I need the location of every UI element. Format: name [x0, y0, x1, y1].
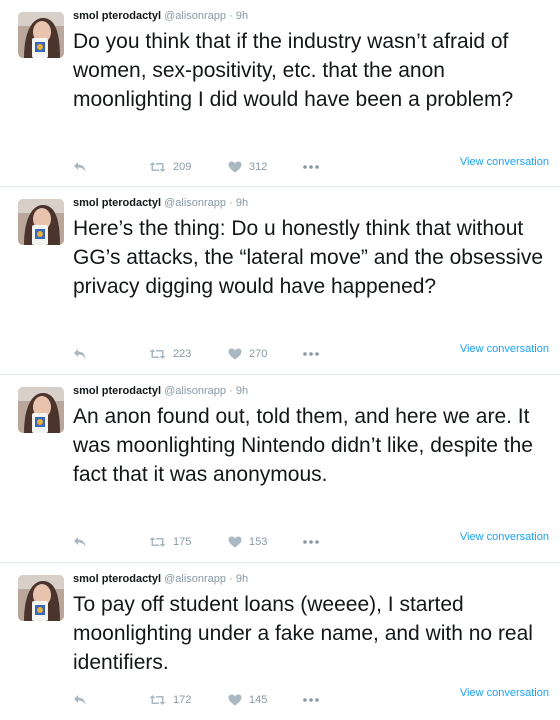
- reply-button[interactable]: [73, 533, 87, 551]
- reply-icon: [74, 695, 86, 705]
- like-count: 153: [249, 536, 268, 548]
- display-name[interactable]: smol pterodactyl: [73, 197, 161, 209]
- user-handle[interactable]: @alisonrapp: [164, 197, 226, 209]
- reply-button[interactable]: [73, 345, 87, 363]
- tweet-header: smol pterodactyl @alisonrapp · 9h: [73, 10, 248, 22]
- more-icon: [303, 165, 319, 169]
- retweet-icon: [149, 162, 166, 172]
- timestamp[interactable]: 9h: [236, 385, 248, 397]
- heart-icon: [228, 536, 242, 548]
- tweet-header: smol pterodactyl @alisonrapp · 9h: [73, 573, 248, 585]
- retweet-icon: [149, 537, 166, 547]
- timestamp[interactable]: 9h: [236, 197, 248, 209]
- retweet-button[interactable]: 175: [149, 533, 191, 551]
- avatar[interactable]: [18, 12, 64, 58]
- tweet[interactable]: smol pterodactyl @alisonrapp · 9h Do you…: [0, 0, 560, 187]
- tweet-text: Here’s the thing: Do u honestly think th…: [73, 217, 543, 298]
- user-handle[interactable]: @alisonrapp: [164, 10, 226, 22]
- like-button[interactable]: 145: [228, 691, 267, 709]
- retweet-count: 223: [173, 348, 192, 360]
- retweet-button[interactable]: 223: [149, 345, 191, 363]
- view-conversation-link[interactable]: View conversation: [460, 343, 549, 355]
- like-count: 312: [249, 161, 268, 173]
- view-conversation-link[interactable]: View conversation: [460, 156, 549, 168]
- retweet-count: 172: [173, 694, 192, 706]
- separator-dot: ·: [229, 385, 233, 397]
- more-button[interactable]: [303, 691, 319, 709]
- tweet-text: An anon found out, told them, and here w…: [73, 405, 533, 486]
- retweet-button[interactable]: 209: [149, 158, 191, 176]
- retweet-icon: [149, 349, 166, 359]
- user-handle[interactable]: @alisonrapp: [164, 573, 226, 585]
- timestamp[interactable]: 9h: [236, 573, 248, 585]
- display-name[interactable]: smol pterodactyl: [73, 385, 161, 397]
- timestamp[interactable]: 9h: [236, 10, 248, 22]
- separator-dot: ·: [229, 10, 233, 22]
- avatar[interactable]: [18, 387, 64, 433]
- like-button[interactable]: 312: [228, 158, 267, 176]
- heart-icon: [228, 348, 242, 360]
- more-icon: [303, 698, 319, 702]
- like-button[interactable]: 270: [228, 345, 267, 363]
- display-name[interactable]: smol pterodactyl: [73, 10, 161, 22]
- separator-dot: ·: [229, 197, 233, 209]
- view-conversation-link[interactable]: View conversation: [460, 687, 549, 699]
- reply-icon: [74, 349, 86, 359]
- like-count: 145: [249, 694, 268, 706]
- user-handle[interactable]: @alisonrapp: [164, 385, 226, 397]
- tweet[interactable]: smol pterodactyl @alisonrapp · 9h To pay…: [0, 563, 560, 720]
- reply-button[interactable]: [73, 691, 87, 709]
- heart-icon: [228, 694, 242, 706]
- retweet-icon: [149, 695, 166, 705]
- reply-button[interactable]: [73, 158, 87, 176]
- more-button[interactable]: [303, 158, 319, 176]
- like-button[interactable]: 153: [228, 533, 267, 551]
- reply-icon: [74, 537, 86, 547]
- retweet-count: 209: [173, 161, 192, 173]
- avatar[interactable]: [18, 199, 64, 245]
- more-button[interactable]: [303, 345, 319, 363]
- heart-icon: [228, 161, 242, 173]
- retweet-button[interactable]: 172: [149, 691, 191, 709]
- like-count: 270: [249, 348, 268, 360]
- more-icon: [303, 352, 319, 356]
- more-icon: [303, 540, 319, 544]
- tweet-text: To pay off student loans (weeee), I star…: [73, 593, 533, 674]
- tweet-text: Do you think that if the industry wasn’t…: [73, 30, 514, 111]
- tweet-header: smol pterodactyl @alisonrapp · 9h: [73, 385, 248, 397]
- more-button[interactable]: [303, 533, 319, 551]
- view-conversation-link[interactable]: View conversation: [460, 531, 549, 543]
- reply-icon: [74, 162, 86, 172]
- avatar[interactable]: [18, 575, 64, 621]
- separator-dot: ·: [229, 573, 233, 585]
- retweet-count: 175: [173, 536, 192, 548]
- display-name[interactable]: smol pterodactyl: [73, 573, 161, 585]
- tweet[interactable]: smol pterodactyl @alisonrapp · 9h An ano…: [0, 375, 560, 563]
- tweet[interactable]: smol pterodactyl @alisonrapp · 9h Here’s…: [0, 187, 560, 375]
- tweet-header: smol pterodactyl @alisonrapp · 9h: [73, 197, 248, 209]
